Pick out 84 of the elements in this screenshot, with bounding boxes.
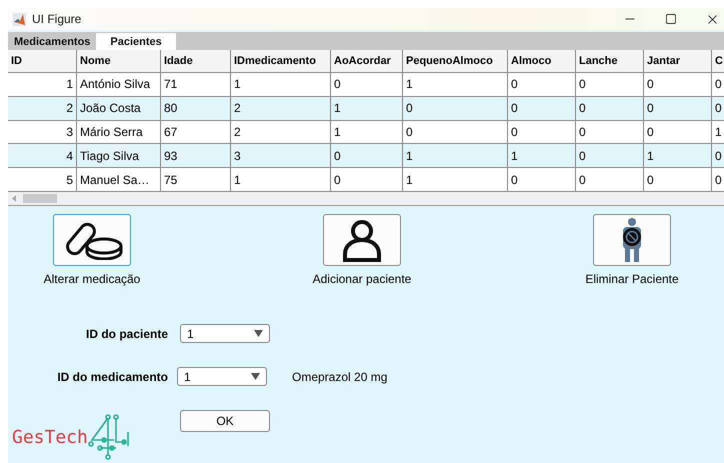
table-cell: 0	[331, 72, 403, 96]
logo-text: GesTech	[12, 426, 88, 448]
table-cell: 80	[161, 96, 231, 120]
table-cell: 0	[712, 96, 724, 120]
table-cell: 0	[712, 168, 724, 192]
tab[interactable]: Pacientes	[96, 33, 176, 50]
table-cell: António Silva	[77, 72, 161, 96]
table-cell: 1	[331, 120, 403, 144]
table-cell: 0	[508, 96, 576, 120]
button-label: Eliminar Paciente	[585, 272, 679, 286]
column-header[interactable]: Nome	[77, 50, 161, 72]
caret-icon	[251, 373, 260, 380]
table-cell: 93	[161, 144, 231, 168]
table-cell: 0	[508, 168, 576, 192]
column-header[interactable]: Almoco	[508, 50, 576, 72]
column-header[interactable]: Jantar	[644, 50, 712, 72]
table-cell: 0	[576, 120, 644, 144]
table-cell: 0	[712, 72, 724, 96]
table-cell: Manuel Sa…	[77, 168, 161, 192]
icon-button[interactable]	[593, 214, 671, 266]
table-cell: 5	[8, 168, 77, 192]
table-cell: 4	[8, 144, 77, 168]
table-cell: 3	[8, 120, 77, 144]
table-cell: 1	[231, 72, 331, 96]
circuit-logo-icon	[88, 414, 132, 460]
person-icon	[340, 218, 384, 262]
medication-name: Omeprazol 20 mg	[292, 370, 388, 384]
table-cell: 0	[576, 168, 644, 192]
table-cell: 71	[161, 72, 231, 96]
column-header[interactable]: IDmedicamento	[231, 50, 331, 72]
table-cell: 0	[331, 168, 403, 192]
table-cell: João Costa	[77, 96, 161, 120]
table-cell: 1	[403, 72, 508, 96]
button-label: Adicionar paciente	[312, 272, 412, 286]
table-cell: 1	[8, 72, 77, 96]
table-cell: 2	[231, 96, 331, 120]
table-cell: 0	[508, 120, 576, 144]
table-cell: 0	[403, 120, 508, 144]
table-cell: 2	[231, 120, 331, 144]
table-cell: 0	[644, 168, 712, 192]
table-cell: 1	[231, 168, 331, 192]
table-cell: 0	[576, 96, 644, 120]
scrollbar-thumb[interactable]	[23, 194, 57, 204]
icon-button[interactable]	[53, 214, 131, 266]
table-cell: 0	[712, 144, 724, 168]
dropdown[interactable]: 1	[180, 324, 270, 343]
table-cell: 1	[331, 96, 403, 120]
column-header[interactable]: C	[712, 50, 724, 72]
table-cell: 0	[644, 120, 712, 144]
table-cell: 3	[231, 144, 331, 168]
table-cell: 1	[712, 120, 724, 144]
field-label: ID do paciente	[86, 326, 168, 340]
table-cell: 1	[403, 168, 508, 192]
table-cell: 1	[644, 144, 712, 168]
column-header[interactable]: AoAcordar	[331, 50, 403, 72]
table-cell: 67	[161, 120, 231, 144]
blocked-person-icon	[620, 217, 644, 263]
maximize-icon[interactable]	[665, 13, 677, 25]
button-label: Alterar medicação	[44, 272, 140, 286]
table-cell: 0	[331, 144, 403, 168]
dropdown[interactable]: 1	[177, 367, 267, 386]
table-cell: 0	[508, 72, 576, 96]
table-cell: Mário Serra	[77, 120, 161, 144]
column-header[interactable]: ID	[8, 50, 77, 72]
table-cell: 0	[576, 72, 644, 96]
table-cell: 0	[644, 96, 712, 120]
app-icon	[13, 12, 26, 26]
column-header[interactable]: Idade	[161, 50, 231, 72]
horizontal-scrollbar[interactable]	[8, 192, 724, 205]
icon-button[interactable]	[323, 214, 401, 266]
table-cell: 1	[403, 144, 508, 168]
table-cell: 1	[508, 144, 576, 168]
column-header[interactable]: Lanche	[576, 50, 644, 72]
table-cell: Tiago Silva	[77, 144, 161, 168]
ok-button[interactable]: OK	[180, 410, 270, 432]
field-label: ID do medicamento	[57, 370, 168, 384]
table-cell: 0	[403, 96, 508, 120]
caret-icon	[254, 330, 263, 337]
window-title: UI Figure	[32, 12, 82, 26]
column-header[interactable]: PequenoAlmoco	[403, 50, 508, 72]
table-cell: 0	[644, 72, 712, 96]
table-cell: 75	[161, 168, 231, 192]
table-cell: 2	[8, 96, 77, 120]
table-cell: 0	[576, 144, 644, 168]
